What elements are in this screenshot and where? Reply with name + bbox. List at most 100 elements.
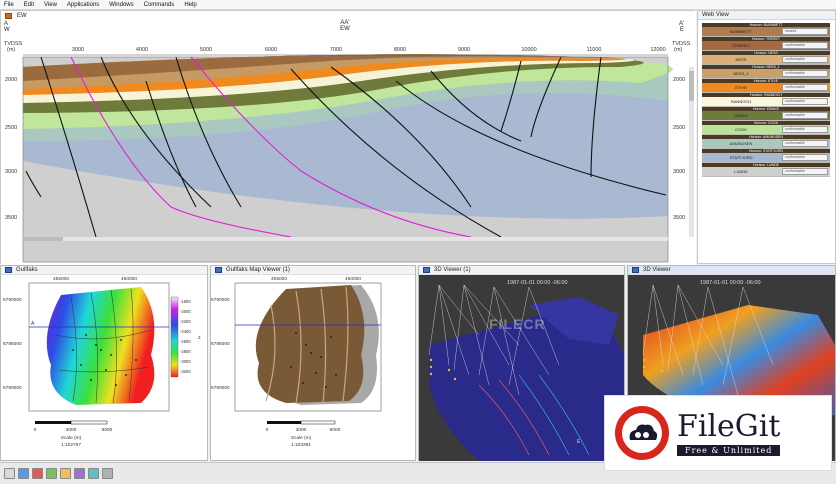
menu-applications[interactable]: Applications	[67, 2, 99, 8]
application-window: File Edit View Applications Windows Comm…	[0, 0, 836, 484]
x-tick: 10000	[521, 47, 536, 53]
zone-name: STATFJORD	[729, 155, 753, 160]
3d-viewer-1-window: 3D Viewer (1) 1987-01-01 00:00 -06:00 E …	[418, 265, 625, 461]
zone-row: NESS_1 conformable	[702, 69, 830, 79]
3d2-titlebar[interactable]: 3D Viewer	[628, 266, 835, 275]
zone-state-select[interactable]: conformable	[782, 70, 828, 77]
y-tick: 3000	[673, 169, 685, 175]
y-tick: 3500	[5, 215, 17, 221]
svg-text:-2000: -2000	[180, 309, 191, 314]
zone-state-select[interactable]: conformable	[782, 84, 828, 91]
svg-text:3000: 3000	[296, 427, 307, 433]
x-tick: 5000	[200, 47, 212, 53]
gullfaks-map-viewer-window: Gullfaks Map Viewer (1) 455000 460000 67…	[210, 265, 416, 461]
zone-state-select[interactable]: conformable	[782, 140, 828, 147]
zone-state-select[interactable]: conformable	[782, 168, 828, 175]
map2-y-tick: 6780000	[211, 385, 230, 391]
zone-state-select[interactable]: conformable	[782, 112, 828, 119]
svg-text:-2400: -2400	[180, 329, 191, 334]
map-icon	[215, 267, 222, 273]
map1-scalebar	[35, 421, 71, 424]
zone-row: RANNOCH conformable	[702, 97, 830, 107]
map2-titlebar[interactable]: Gullfaks Map Viewer (1)	[211, 266, 415, 275]
3d2-title: 3D Viewer	[643, 267, 671, 273]
map1-x-tick: 460000	[121, 276, 137, 282]
settings-app-icon[interactable]	[102, 468, 113, 479]
menu-help[interactable]: Help	[184, 2, 196, 8]
y-tick: 2000	[673, 77, 685, 83]
section-left-end-dir: W	[4, 27, 10, 33]
svg-text:-2600: -2600	[180, 339, 191, 344]
cube-icon	[423, 267, 430, 273]
web-view-title: Web View	[698, 11, 835, 20]
map-icon	[5, 267, 12, 273]
web-app-icon[interactable]	[88, 468, 99, 479]
svg-text:0: 0	[266, 427, 269, 433]
map2-x-tick: 455000	[271, 276, 287, 282]
web-view-panel: Web View Horizon: BUNNBETT BUNNBETT eroded…	[697, 10, 836, 264]
zone-state-select[interactable]: conformable	[782, 154, 828, 161]
section-icon	[5, 12, 12, 19]
filecr-watermark: FILECR	[489, 316, 546, 332]
grid-icon[interactable]	[4, 468, 15, 479]
filegit-logo	[615, 406, 669, 460]
map2-canvas[interactable]: 455000 460000 6790000 6785000 6780000 0 …	[211, 275, 415, 461]
svg-text:0: 0	[34, 427, 37, 433]
zone-state-select[interactable]: conformable	[782, 56, 828, 63]
map2-scale-label: Scale (m)	[291, 435, 312, 441]
section-h-scrollbar	[23, 237, 668, 241]
3d2-timestamp: 1987-01-01 00:00 -06:00	[700, 280, 761, 286]
3d1-titlebar[interactable]: 3D Viewer (1)	[419, 266, 624, 275]
menu-commands[interactable]: Commands	[144, 2, 175, 8]
stratigraphy-column: Horizon: BUNNBETT BUNNBETT eroded Horizon: …	[702, 23, 830, 177]
map2-y-tick: 6785000	[211, 341, 230, 347]
y-tick: 3000	[5, 169, 17, 175]
section-app-icon[interactable]	[18, 468, 29, 479]
x-tick: 12000	[650, 47, 665, 53]
zone-name: COOK	[735, 127, 747, 132]
log-app-icon[interactable]	[60, 468, 71, 479]
zone-row: DRAKE conformable	[702, 111, 830, 121]
svg-text:6000: 6000	[102, 427, 113, 433]
x-tick: 8000	[394, 47, 406, 53]
filegit-badge: FileGit Free & Unlimited	[604, 395, 832, 471]
svg-text:-3000: -3000	[180, 359, 191, 364]
menu-file[interactable]: File	[4, 2, 14, 8]
chart-app-icon[interactable]	[32, 468, 43, 479]
zone-row: BUNNBETT eroded	[702, 27, 830, 37]
depth-unit-right: (m)	[674, 47, 682, 53]
map1-x-tick: 455000	[53, 276, 69, 282]
cube-app-icon[interactable]	[74, 468, 85, 479]
depth-unit: (m)	[7, 47, 15, 53]
menu-windows[interactable]: Windows	[109, 2, 133, 8]
zone-state-select[interactable]: conformable	[782, 98, 828, 105]
y-tick: 2500	[5, 125, 17, 131]
3d1-canvas[interactable]: 1987-01-01 00:00 -06:00 E	[419, 275, 624, 461]
zone-state-select[interactable]: conformable	[782, 126, 828, 133]
section-direction: EW	[340, 26, 350, 32]
section-tab[interactable]: EW	[1, 11, 27, 20]
map-app-icon[interactable]	[46, 468, 57, 479]
map1-canvas[interactable]: A 455000 460000 6790000 6785000 6780000 …	[1, 275, 207, 461]
map1-y-tick: 6790000	[3, 297, 22, 303]
cube-icon	[632, 267, 639, 273]
menu-edit[interactable]: Edit	[24, 2, 34, 8]
x-tick: 4000	[136, 47, 148, 53]
section-v-scroll-thumb	[689, 71, 694, 101]
depth-surface	[46, 287, 155, 405]
section-tab-label: EW	[17, 12, 27, 19]
zone-state-select[interactable]: conformable	[782, 42, 828, 49]
map1-titlebar[interactable]: Gullfaks	[1, 266, 207, 275]
svg-text:-2200: -2200	[180, 319, 191, 324]
map1-scale-label: Scale (m)	[61, 435, 82, 441]
zone-row: LUNDE conformable	[702, 167, 830, 177]
menu-view[interactable]: View	[44, 2, 57, 8]
section-h-scroll-thumb	[23, 237, 63, 241]
svg-text:-1800: -1800	[180, 299, 191, 304]
filegit-tagline: Free & Unlimited	[677, 444, 781, 456]
zone-state-select[interactable]: eroded	[782, 28, 828, 35]
x-tick: 6000	[265, 47, 277, 53]
gullfaks-map-window: Gullfaks A 455000 460000 6790000 6785000…	[0, 265, 208, 461]
zone-name: AMUNDSEN	[729, 141, 753, 146]
cross-section-canvas[interactable]: 3000 4000 5000 6000 7000 8000 9000 10000…	[1, 11, 696, 265]
